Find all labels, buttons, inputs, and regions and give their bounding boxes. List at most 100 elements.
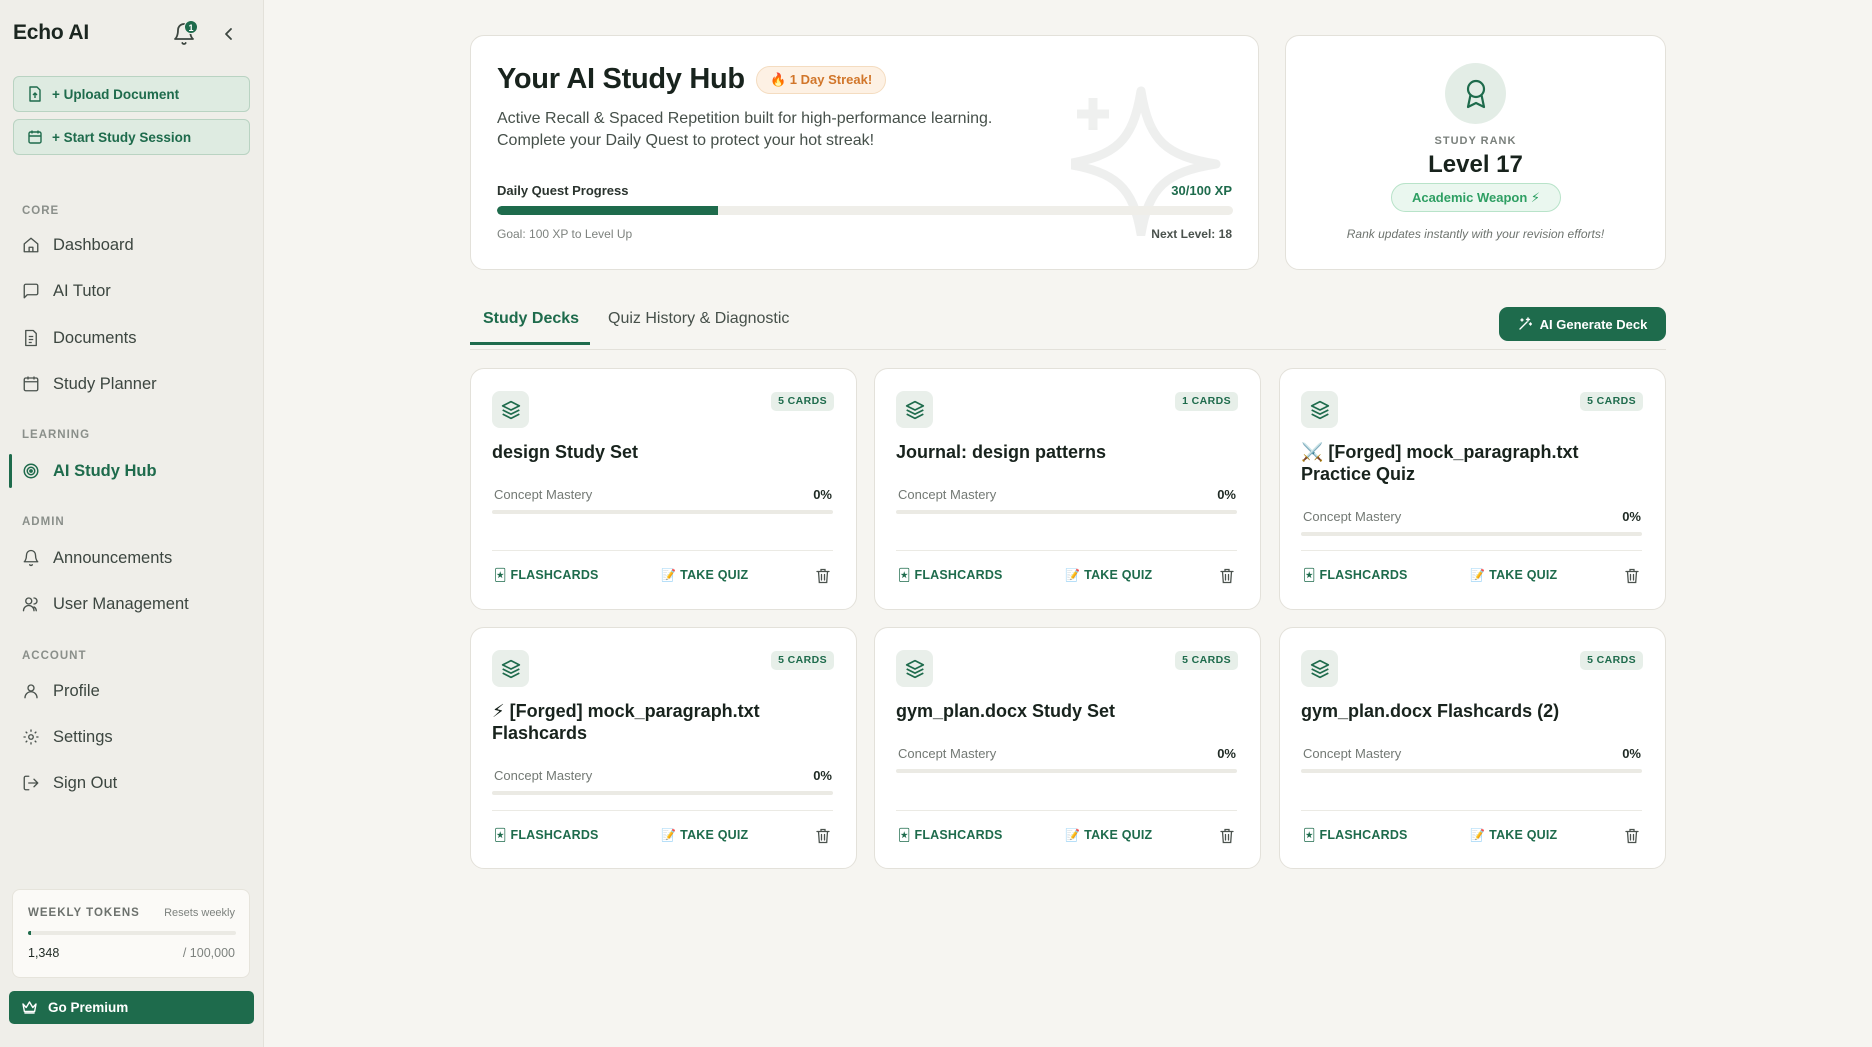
deck-card[interactable]: 1 CARDS Journal: design patterns Concept…	[874, 368, 1261, 610]
tab-study-decks[interactable]: Study Decks	[483, 310, 579, 328]
take-quiz-label: TAKE QUIZ	[680, 828, 749, 842]
mastery-progress-bar	[1301, 769, 1642, 773]
flashcards-button[interactable]: 🃏 FLASHCARDS	[898, 828, 1003, 842]
memo-icon: 📝	[661, 828, 677, 842]
layers-icon	[1301, 391, 1338, 428]
start-study-session-button[interactable]: + Start Study Session	[13, 119, 250, 155]
trash-icon[interactable]	[1625, 828, 1639, 844]
sidebar-item-profile[interactable]: Profile	[22, 678, 100, 704]
daily-quest-progress-fill	[497, 206, 718, 215]
take-quiz-button[interactable]: 📝 TAKE QUIZ	[1065, 568, 1152, 582]
sidebar-item-label: Documents	[53, 328, 137, 347]
tokens-progress-fill	[28, 931, 31, 935]
concept-mastery-label: Concept Mastery	[898, 746, 997, 761]
gear-icon	[23, 729, 39, 745]
memo-icon: 📝	[1065, 828, 1081, 842]
memo-icon: 📝	[1470, 828, 1486, 842]
users-icon	[22, 597, 38, 612]
streak-badge: 🔥 1 Day Streak!	[756, 66, 887, 94]
flashcards-button[interactable]: 🃏 FLASHCARDS	[494, 828, 599, 842]
card-icon: 🃏	[1303, 568, 1316, 582]
deck-title: design Study Set	[492, 442, 639, 462]
deck-card[interactable]: 5 CARDS gym_plan.docx Flashcards (2) Con…	[1279, 627, 1666, 869]
divider	[896, 550, 1237, 551]
rank-note: Rank updates instantly with your revisio…	[1346, 227, 1605, 241]
take-quiz-button[interactable]: 📝 TAKE QUIZ	[661, 828, 748, 842]
weekly-tokens-panel: WEEKLY TOKENS Resets weekly 1,348 / 100,…	[12, 889, 250, 978]
trash-icon[interactable]	[816, 828, 830, 844]
sidebar-item-user-management[interactable]: User Management	[22, 591, 189, 617]
calendar-icon	[28, 130, 42, 144]
sidebar: Echo AI 1 + Upload Document + Start Stud…	[0, 0, 264, 1047]
sidebar-item-label: AI Tutor	[53, 281, 111, 300]
upload-document-label: + Upload Document	[52, 86, 180, 102]
sidebar-item-ai-study-hub[interactable]: AI Study Hub	[22, 458, 157, 484]
award-icon	[1445, 63, 1506, 124]
memo-icon: 📝	[1470, 568, 1486, 582]
concept-mastery-label: Concept Mastery	[1303, 746, 1402, 761]
sidebar-item-label: Sign Out	[53, 773, 118, 792]
next-level-label: Next Level: 18	[1151, 227, 1232, 241]
ai-generate-deck-button[interactable]: AI Generate Deck	[1499, 307, 1666, 341]
chevron-left-icon[interactable]	[220, 24, 238, 44]
mastery-progress-bar	[1301, 532, 1642, 536]
sidebar-item-label: AI Study Hub	[53, 461, 157, 480]
take-quiz-button[interactable]: 📝 TAKE QUIZ	[661, 568, 748, 582]
sidebar-item-settings[interactable]: Settings	[22, 724, 113, 750]
upload-document-button[interactable]: + Upload Document	[13, 76, 250, 112]
card-icon: 🃏	[898, 568, 911, 582]
go-premium-button[interactable]: Go Premium	[9, 991, 254, 1024]
sign-out-icon	[23, 775, 39, 791]
concept-mastery-value: 0%	[1622, 509, 1641, 524]
deck-title: ⚔️ [Forged] mock_paragraph.txt Practice …	[1301, 442, 1579, 484]
flashcards-label: FLASHCARDS	[914, 568, 1003, 582]
daily-quest-xp: 30/100 XP	[1171, 183, 1232, 198]
concept-mastery-value: 0%	[1217, 746, 1236, 761]
trash-icon[interactable]	[816, 568, 830, 584]
study-rank-card: STUDY RANK Level 17 Academic Weapon ⚡ Ra…	[1285, 35, 1666, 270]
concept-mastery-label: Concept Mastery	[494, 768, 593, 783]
sidebar-item-dashboard[interactable]: Dashboard	[22, 232, 134, 258]
trash-icon[interactable]	[1625, 568, 1639, 584]
card-icon: 🃏	[1303, 828, 1316, 842]
deck-card[interactable]: 5 CARDS ⚔️ [Forged] mock_paragraph.txt P…	[1279, 368, 1666, 610]
rank-title-badge: Academic Weapon ⚡	[1391, 183, 1561, 212]
tokens-used: 1,348	[28, 946, 60, 960]
sidebar-item-label: Announcements	[53, 548, 173, 567]
deck-card[interactable]: 5 CARDS design Study Set Concept Mastery…	[470, 368, 857, 610]
divider	[1301, 810, 1642, 811]
tokens-limit: / 100,000	[182, 946, 235, 960]
active-indicator	[9, 454, 12, 488]
sidebar-item-documents[interactable]: Documents	[22, 325, 136, 351]
card-icon: 🃏	[494, 828, 507, 842]
flashcards-button[interactable]: 🃏 FLASHCARDS	[1303, 568, 1408, 582]
deck-title: gym_plan.docx Flashcards (2)	[1301, 701, 1560, 721]
card-count-badge: 5 CARDS	[1580, 392, 1643, 411]
sidebar-item-sign-out[interactable]: Sign Out	[22, 770, 117, 796]
mastery-progress-bar	[492, 510, 833, 514]
card-icon: 🃏	[494, 568, 507, 582]
sidebar-item-ai-tutor[interactable]: AI Tutor	[22, 278, 111, 304]
layers-icon	[896, 391, 933, 428]
trash-icon[interactable]	[1220, 568, 1234, 584]
take-quiz-label: TAKE QUIZ	[680, 568, 749, 582]
tab-quiz-history[interactable]: Quiz History & Diagnostic	[608, 310, 789, 328]
layers-icon	[492, 650, 529, 687]
take-quiz-button[interactable]: 📝 TAKE QUIZ	[1470, 568, 1557, 582]
trash-icon[interactable]	[1220, 828, 1234, 844]
flashcards-button[interactable]: 🃏 FLASHCARDS	[494, 568, 599, 582]
flashcards-button[interactable]: 🃏 FLASHCARDS	[898, 568, 1003, 582]
sidebar-item-announcements[interactable]: Announcements	[22, 545, 172, 571]
deck-card[interactable]: 5 CARDS gym_plan.docx Study Set Concept …	[874, 627, 1261, 869]
section-label-account: ACCOUNT	[22, 650, 87, 662]
flashcards-button[interactable]: 🃏 FLASHCARDS	[1303, 828, 1408, 842]
sidebar-item-study-planner[interactable]: Study Planner	[22, 371, 157, 397]
deck-card[interactable]: 5 CARDS ⚡ [Forged] mock_paragraph.txt Fl…	[470, 627, 857, 869]
take-quiz-button[interactable]: 📝 TAKE QUIZ	[1065, 828, 1152, 842]
divider	[492, 550, 833, 551]
take-quiz-button[interactable]: 📝 TAKE QUIZ	[1470, 828, 1557, 842]
concept-mastery-value: 0%	[813, 768, 832, 783]
ai-generate-deck-label: AI Generate Deck	[1539, 316, 1648, 332]
tabs-divider	[470, 349, 1666, 350]
chat-icon	[23, 283, 39, 299]
